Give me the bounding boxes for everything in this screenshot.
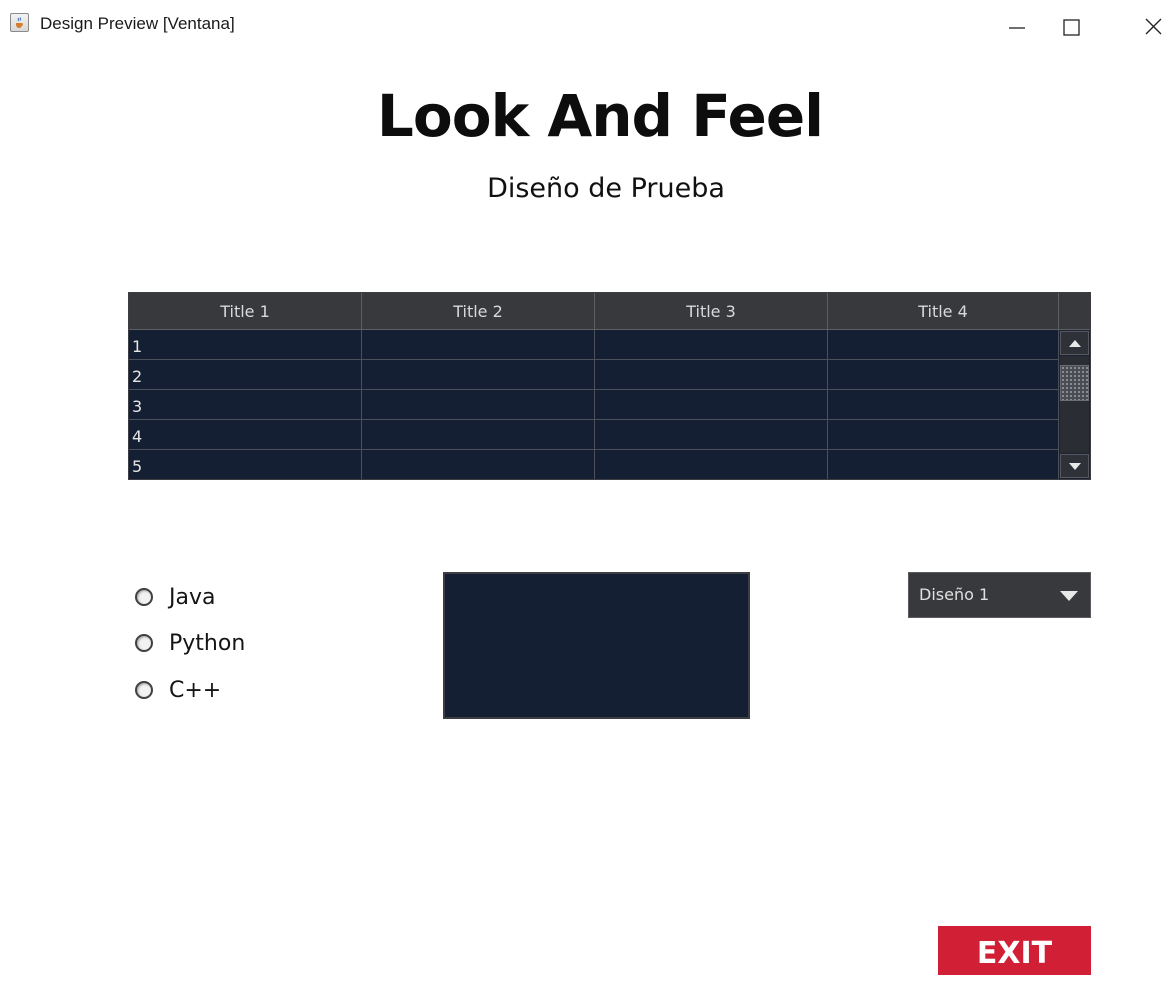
scroll-down-button[interactable] xyxy=(1060,454,1089,478)
table-row[interactable]: 4 xyxy=(129,420,1059,450)
table-cell[interactable] xyxy=(362,330,595,359)
radio-python[interactable]: Python xyxy=(135,629,245,657)
table-row[interactable]: 2 xyxy=(129,360,1059,390)
page-subtitle: Diseño de Prueba xyxy=(487,173,725,204)
radio-label[interactable]: C++ xyxy=(169,678,221,703)
radio-circle-icon[interactable] xyxy=(135,634,153,652)
table-cell[interactable] xyxy=(362,450,595,479)
table-cell[interactable] xyxy=(828,360,1059,389)
table-cell[interactable]: 1 xyxy=(129,330,362,359)
table-row[interactable]: 5 xyxy=(129,450,1059,479)
page-title: Look And Feel xyxy=(376,82,824,150)
table-cell[interactable] xyxy=(828,330,1059,359)
table-row[interactable]: 1 xyxy=(129,330,1059,360)
close-button[interactable] xyxy=(1130,0,1176,52)
radio-circle-icon[interactable] xyxy=(135,588,153,606)
design-combo-box[interactable]: Diseño 1 xyxy=(908,572,1091,618)
table-cell[interactable] xyxy=(828,390,1059,419)
maximize-icon xyxy=(1063,19,1080,36)
maximize-button[interactable] xyxy=(1048,0,1094,52)
radio-cpp[interactable]: C++ xyxy=(135,676,221,704)
scroll-thumb[interactable] xyxy=(1060,365,1089,401)
table-cell[interactable] xyxy=(362,420,595,449)
table-cell[interactable] xyxy=(595,360,828,389)
exit-button[interactable]: EXIT xyxy=(938,926,1091,975)
radio-label[interactable]: Java xyxy=(169,585,215,610)
table-cell[interactable]: 5 xyxy=(129,450,362,479)
table-cell[interactable] xyxy=(595,420,828,449)
minimize-icon xyxy=(1009,27,1025,29)
column-header[interactable]: Title 3 xyxy=(595,293,828,329)
data-table[interactable]: Title 1 Title 2 Title 3 Title 4 1 2 3 4 xyxy=(128,292,1091,480)
table-vertical-scrollbar[interactable] xyxy=(1059,330,1090,479)
table-cell[interactable] xyxy=(362,360,595,389)
table-cell[interactable] xyxy=(595,450,828,479)
radio-circle-icon[interactable] xyxy=(135,681,153,699)
table-body: 1 2 3 4 5 xyxy=(129,330,1059,479)
table-cell[interactable] xyxy=(595,330,828,359)
column-header[interactable]: Title 2 xyxy=(362,293,595,329)
table-cell[interactable]: 4 xyxy=(129,420,362,449)
table-cell[interactable] xyxy=(828,420,1059,449)
window-title: Design Preview [Ventana] xyxy=(40,14,235,33)
close-icon xyxy=(1145,18,1162,35)
arrow-down-icon xyxy=(1069,463,1081,470)
chevron-down-icon[interactable] xyxy=(1059,590,1079,602)
table-cell[interactable] xyxy=(828,450,1059,479)
table-cell[interactable]: 3 xyxy=(129,390,362,419)
table-cell[interactable] xyxy=(362,390,595,419)
minimize-button[interactable] xyxy=(994,0,1040,52)
table-cell[interactable] xyxy=(595,390,828,419)
scroll-up-button[interactable] xyxy=(1060,331,1089,355)
combo-selected-value: Diseño 1 xyxy=(919,585,990,604)
table-row[interactable]: 3 xyxy=(129,390,1059,420)
table-cell[interactable]: 2 xyxy=(129,360,362,389)
column-header[interactable]: Title 4 xyxy=(828,293,1059,329)
table-header: Title 1 Title 2 Title 3 Title 4 xyxy=(129,293,1059,330)
window-title-bar: Design Preview [Ventana] xyxy=(0,0,1176,52)
text-area[interactable] xyxy=(443,572,750,719)
arrow-up-icon xyxy=(1069,340,1081,347)
java-cup-icon xyxy=(10,13,29,32)
radio-label[interactable]: Python xyxy=(169,631,245,656)
column-header[interactable]: Title 1 xyxy=(129,293,362,329)
table-header-corner xyxy=(1059,293,1090,330)
radio-java[interactable]: Java xyxy=(135,583,215,611)
